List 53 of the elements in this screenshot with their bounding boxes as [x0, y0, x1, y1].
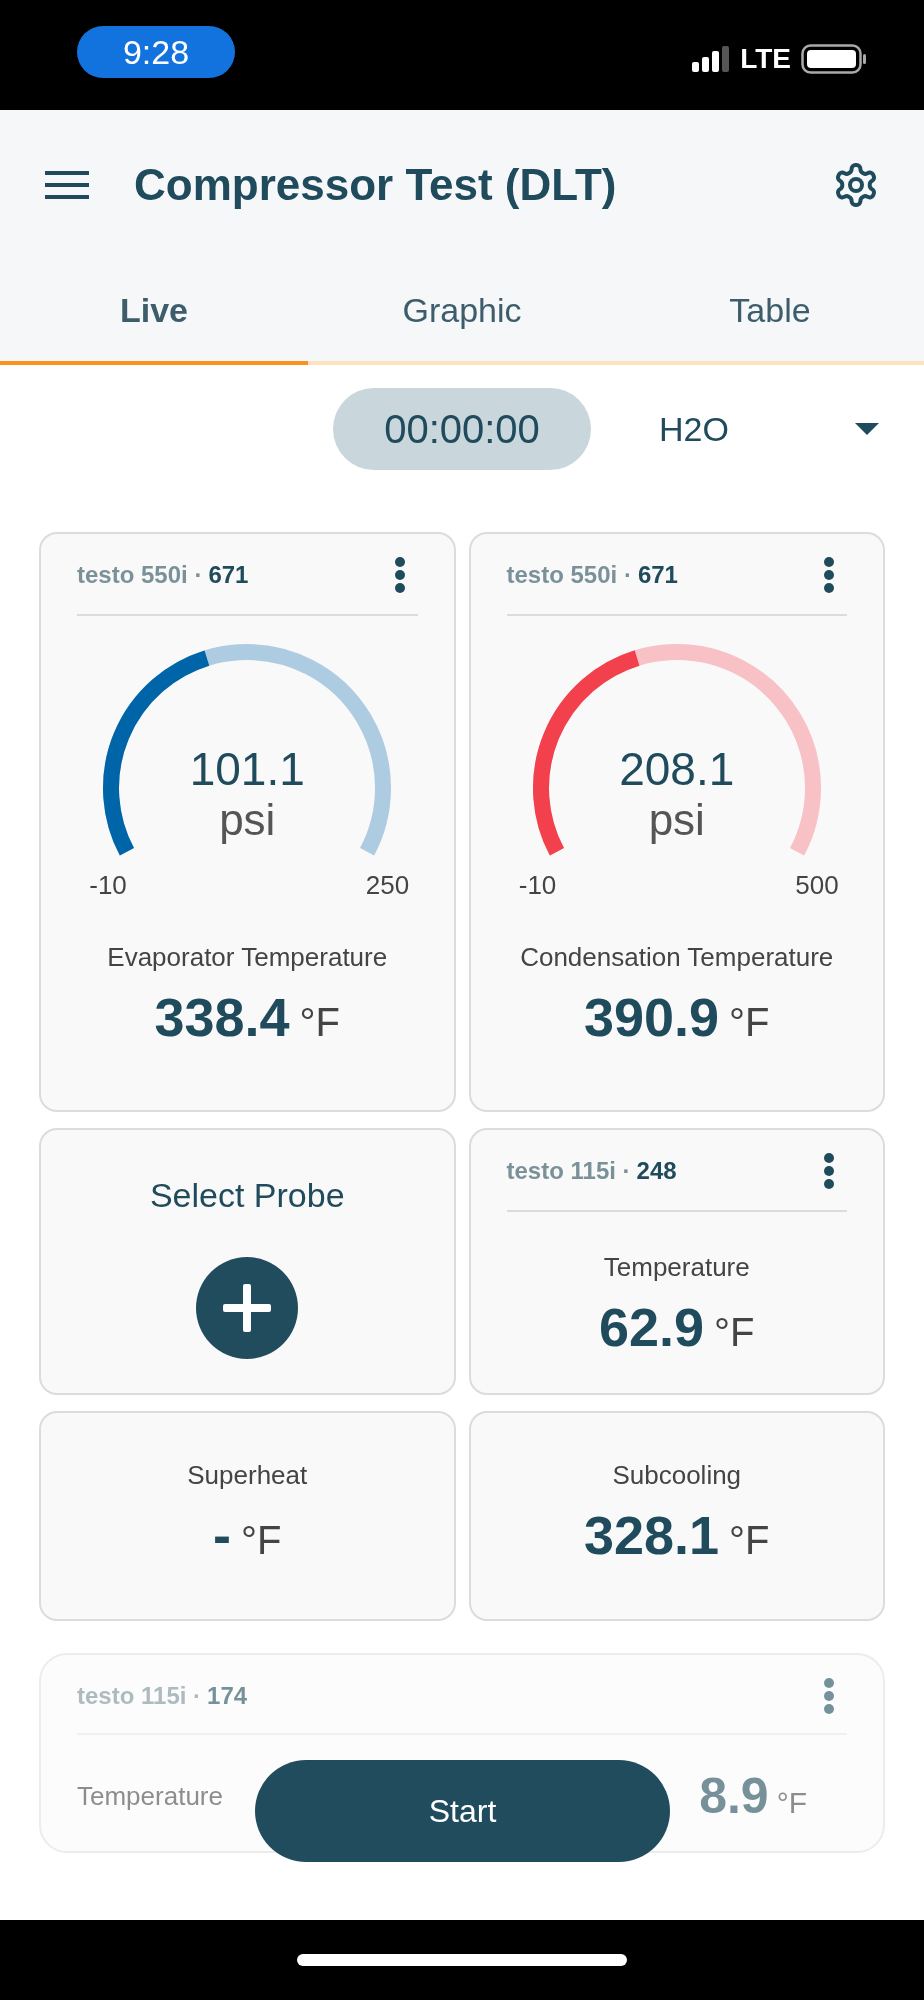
gauge-reading: 101.1 [189, 743, 305, 795]
more-icon[interactable] [393, 556, 406, 594]
measurement-value: - [213, 1504, 231, 1567]
measurement-unit: °F [776, 1785, 807, 1821]
measurement-value: 390.9 [583, 986, 720, 1049]
measurement-unit: °F [714, 1309, 755, 1356]
gauge-unit: psi [648, 795, 705, 845]
medium-dropdown[interactable]: H2O [659, 403, 879, 455]
serial-number: 174 [207, 1681, 248, 1711]
measurement-unit: °F [241, 1517, 282, 1564]
measurement-label: Subcooling [611, 1459, 743, 1492]
battery-icon [801, 44, 867, 74]
add-icon[interactable] [196, 1257, 299, 1359]
serial-number: 671 [208, 560, 249, 590]
device-name: testo 115i · [506, 1156, 631, 1186]
measurement-label: Condensation Temperature [519, 941, 835, 974]
caret-icon [855, 423, 879, 435]
tab[interactable]: Graphic [308, 260, 616, 365]
select-probe-label: Select Probe [149, 1175, 345, 1216]
measurement-value: 338.4 [154, 986, 290, 1049]
measurement-value: 62.9 [598, 1296, 705, 1359]
measurement-value: 8.9 [699, 1767, 769, 1826]
tab[interactable]: Table [616, 260, 924, 365]
device-name: testo 550i · [77, 560, 203, 590]
gauge-max: 250 [365, 869, 410, 902]
measurement-value: 328.1 [583, 1504, 720, 1567]
measurement-label: Superheat [186, 1459, 309, 1492]
gauge-min: -10 [518, 869, 557, 902]
serial-number: 248 [636, 1156, 677, 1186]
more-icon[interactable] [823, 556, 835, 594]
menu-icon[interactable] [45, 170, 89, 200]
gauge-min: -10 [89, 869, 127, 902]
measurement-label: Temperature [602, 1251, 751, 1284]
more-icon[interactable] [823, 1152, 835, 1190]
measurement-label: Evaporator Temperature [106, 941, 389, 974]
tab[interactable]: Live [0, 260, 308, 365]
serial-number: 671 [637, 560, 678, 590]
measurement-unit: °F [729, 1517, 770, 1564]
status-time: 9:28 [77, 26, 235, 78]
gauge-max: 500 [795, 869, 839, 902]
measurement-unit: °F [729, 999, 770, 1046]
screen-title: Compressor Test (DLT) [134, 159, 617, 211]
device-name: testo 550i · [506, 560, 632, 590]
gauge-reading: 208.1 [619, 743, 735, 795]
start-button[interactable]: Start [255, 1760, 670, 1862]
measurement-label: Temperature [77, 1780, 223, 1813]
signal-icon [692, 46, 731, 72]
device-name: testo 115i · [77, 1681, 202, 1711]
measurement-unit: °F [299, 999, 341, 1046]
select-probe-card[interactable]: Select Probe [39, 1128, 456, 1395]
network-type: LTE [740, 42, 791, 76]
gauge-unit: psi [219, 795, 276, 845]
timer: 00:00:00 [333, 388, 591, 470]
